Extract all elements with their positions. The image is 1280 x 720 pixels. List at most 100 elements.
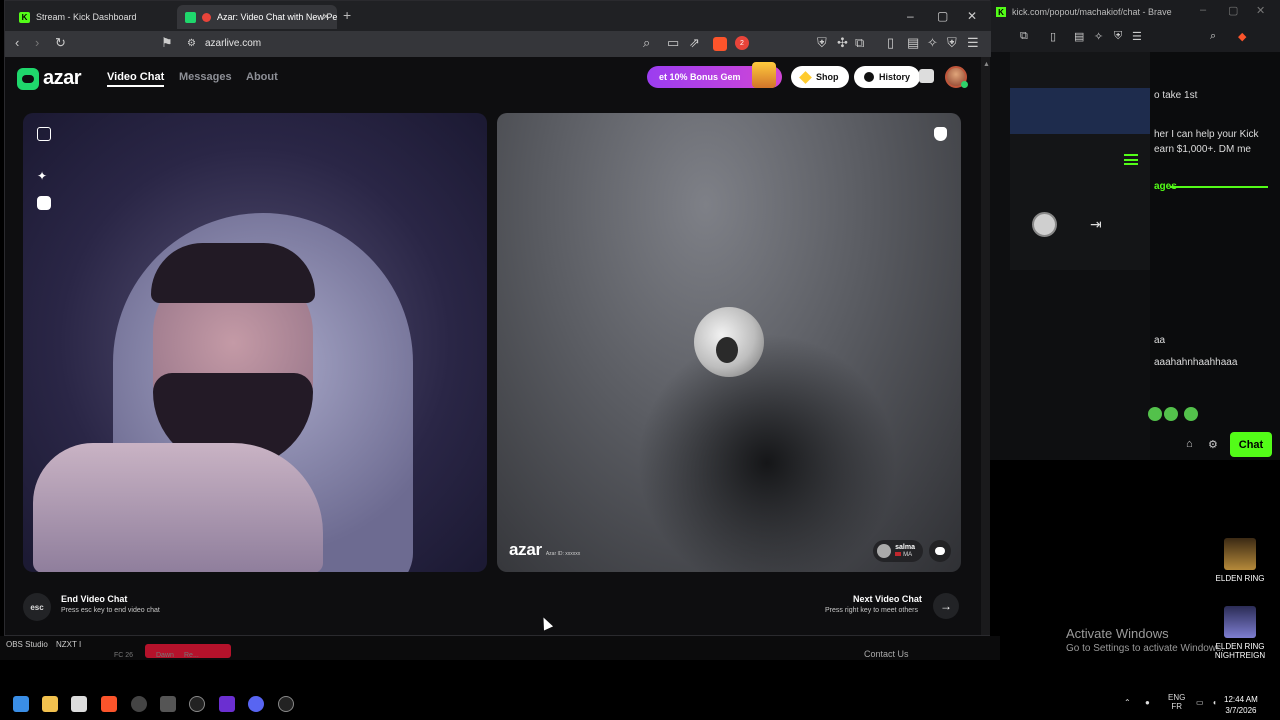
address-bar[interactable]: azarlive.com <box>205 38 261 49</box>
menu-icon[interactable]: ☰ <box>1132 30 1142 43</box>
close-icon[interactable]: ✕ <box>1256 4 1265 17</box>
zoom-icon[interactable]: ⌕ <box>1210 30 1216 43</box>
emote-icon[interactable] <box>1148 407 1162 421</box>
next-chat-subtitle: Press right key to meet others <box>825 607 918 614</box>
hamburger-icon[interactable] <box>1124 154 1138 165</box>
emote-icon[interactable] <box>1164 407 1178 421</box>
site-info-icon[interactable]: ⚙ <box>187 38 196 49</box>
extensions-icon[interactable]: ✣ <box>837 35 848 51</box>
app-icon[interactable] <box>278 696 294 712</box>
close-icon[interactable]: ✕ <box>967 9 977 23</box>
chat-send-button[interactable]: Chat <box>1230 432 1272 457</box>
partner-country: MA <box>903 552 913 558</box>
new-tab-button[interactable]: + <box>343 7 351 23</box>
tab-close-icon[interactable]: ✕ <box>322 12 330 23</box>
shop-button[interactable]: Shop <box>791 66 849 88</box>
leo-icon[interactable]: ✧ <box>927 35 938 51</box>
nav-messages[interactable]: Messages <box>179 71 232 83</box>
wallet-icon[interactable]: ▤ <box>907 35 919 51</box>
emote-icon[interactable] <box>1184 407 1198 421</box>
nzxt-label: NZXT I <box>56 640 82 649</box>
recording-icon <box>202 12 211 22</box>
video-subject-hair <box>151 243 315 303</box>
maximize-icon[interactable]: ▢ <box>937 9 948 23</box>
sidebar-icon[interactable]: ▯ <box>887 35 894 51</box>
cast-icon[interactable]: ▭ <box>667 35 679 51</box>
user-avatar[interactable] <box>1032 212 1057 237</box>
end-chat-title: End Video Chat <box>61 594 128 604</box>
clock[interactable]: 12:44 AM 3/7/2026 <box>1224 694 1258 716</box>
contact-link[interactable]: Contact Us <box>864 649 909 659</box>
mask-icon[interactable] <box>37 196 51 210</box>
azar-logo[interactable]: azar <box>17 67 82 90</box>
reload-icon[interactable]: ↻ <box>55 35 66 51</box>
minimize-icon[interactable]: – <box>907 9 914 23</box>
nzxt-icon[interactable] <box>219 696 235 712</box>
vpn-icon[interactable]: ⛨ <box>1114 30 1122 43</box>
volume-icon[interactable]: ◖ <box>1212 698 1217 707</box>
partner-info[interactable]: salma MA <box>873 540 923 562</box>
screenshot-icon[interactable]: ⧉ <box>855 35 864 51</box>
screenshot-icon[interactable]: ⧉ <box>1020 30 1028 43</box>
network-icon[interactable]: ▭ <box>1196 698 1204 707</box>
tab-azar[interactable]: Azar: Video Chat with New Pe ✕ <box>177 5 337 29</box>
report-icon[interactable] <box>934 127 947 141</box>
history-button[interactable]: History <box>854 66 921 88</box>
language-indicator[interactable]: ENG FR <box>1168 693 1185 711</box>
wallet-icon[interactable]: ▤ <box>1074 30 1084 43</box>
leo-icon[interactable]: ✧ <box>1094 30 1103 43</box>
nightreign-icon <box>1224 606 1256 638</box>
discord-icon[interactable] <box>248 696 264 712</box>
scrollbar[interactable]: ▲ <box>981 57 990 635</box>
microphone-icon[interactable]: ● <box>1145 698 1150 707</box>
brave-icon[interactable] <box>101 696 117 712</box>
kick-chat-panel <box>1150 52 1280 460</box>
bonus-gem-button[interactable]: et 10% Bonus Gem <box>647 62 782 88</box>
expand-icon[interactable] <box>37 127 51 141</box>
partner-video: azar Azar ID: xxxxxx salma MA <box>497 113 961 572</box>
profile-avatar[interactable] <box>945 66 968 88</box>
zoom-icon[interactable]: ⌕ <box>643 35 650 51</box>
menu-icon[interactable]: ☰ <box>967 35 979 51</box>
watermark-text: azar <box>509 540 542 559</box>
inbox-icon[interactable] <box>919 69 934 83</box>
next-chat-button[interactable]: → <box>933 593 959 619</box>
maximize-icon[interactable]: ▢ <box>1228 4 1238 17</box>
sidebar-icon[interactable]: ▯ <box>1050 30 1056 43</box>
chat-line: aa <box>1154 335 1166 346</box>
g-hub-icon[interactable] <box>189 696 205 712</box>
forward-icon[interactable]: › <box>35 35 39 50</box>
browser-window: K Stream - Kick Dashboard Azar: Video Ch… <box>4 0 991 636</box>
tab-kick-dashboard[interactable]: K Stream - Kick Dashboard <box>11 5 177 29</box>
chat-bubble-icon[interactable] <box>929 540 951 562</box>
nav-video-chat[interactable]: Video Chat <box>107 71 165 87</box>
app-icon[interactable] <box>160 696 176 712</box>
store-icon[interactable] <box>71 696 87 712</box>
bookmark-icon[interactable]: ⚑ <box>161 35 173 51</box>
tab-title: Stream - Kick Dashboard <box>36 12 137 22</box>
minimize-icon[interactable]: – <box>1200 4 1206 16</box>
chat-line: aaahahnhaahhaaa <box>1154 357 1238 368</box>
browser-toolbar: ‹ › ↻ ⚑ ⚙ azarlive.com ⌕ ▭ ⇗ 2 ⛨ ✣ ⧉ ▯ ▤… <box>5 31 991 57</box>
brave-rewards-icon[interactable]: 2 <box>735 36 749 50</box>
brave-shield-icon[interactable]: ◆ <box>1238 30 1246 43</box>
back-icon[interactable]: ‹ <box>15 35 19 50</box>
magic-wand-icon[interactable]: ✦ <box>37 169 51 183</box>
shield-icon[interactable]: ⛨ <box>947 35 957 51</box>
my-camera-video: ✦ <box>23 113 487 572</box>
obs-icon[interactable] <box>131 696 147 712</box>
start-icon[interactable] <box>13 696 29 712</box>
end-chat-button[interactable]: esc <box>23 593 51 621</box>
nav-about[interactable]: About <box>246 71 278 83</box>
scroll-up-icon[interactable]: ▲ <box>983 61 990 69</box>
vpn-icon[interactable]: ⛨ <box>817 35 827 51</box>
desktop-icon-elden-ring[interactable]: ELDEN RING <box>1210 538 1270 583</box>
share-icon[interactable]: ⇗ <box>689 35 700 51</box>
tray-chevron-icon[interactable]: ⌃ <box>1124 698 1131 707</box>
logout-icon[interactable]: ⇥ <box>1090 216 1102 233</box>
brave-shield-icon[interactable] <box>713 37 727 51</box>
file-explorer-icon[interactable] <box>42 696 58 712</box>
store-icon[interactable]: ⌂ <box>1186 438 1193 450</box>
azar-page: azar Video Chat Messages About et 10% Bo… <box>5 57 981 635</box>
settings-icon[interactable]: ⚙ <box>1208 438 1218 451</box>
